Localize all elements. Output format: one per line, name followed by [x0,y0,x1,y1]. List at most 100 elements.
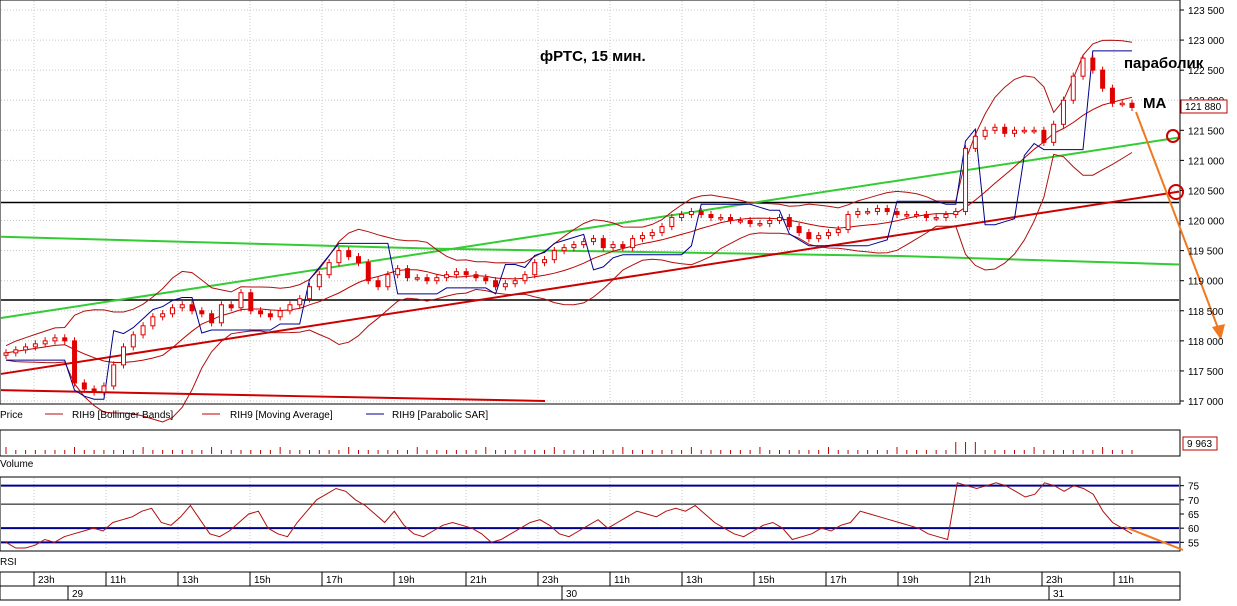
price-tick-label: 117 000 [1188,397,1224,408]
volume-value-label: 9 963 [1187,439,1212,450]
candle-body [473,274,479,279]
hour-label: 17h [326,575,343,586]
candle-body [414,277,420,280]
candle-body [737,220,743,223]
hour-label: 13h [686,575,703,586]
candle-body [1080,57,1086,77]
candle-body [189,304,195,312]
candle-body [72,340,78,384]
candle-body [307,286,313,300]
candle-body [620,244,626,249]
candle-body [590,238,596,243]
candle-body [992,126,998,131]
candle-body [493,280,499,288]
candle-body [81,382,87,390]
candle-body [3,352,9,356]
chart-title: фРТС, 15 мин. [540,48,646,65]
candle-body [796,226,802,234]
candle-body [522,274,528,282]
candle-body [1100,69,1106,89]
hour-label: 19h [902,575,919,586]
candle-body [933,217,939,220]
candle-body [277,310,283,318]
candle-body [757,223,763,226]
candle-body [258,310,264,315]
candle-body [179,304,185,309]
candle-body [62,337,68,342]
candle-body [1051,123,1057,143]
candle-body [130,334,136,348]
candle-body [542,259,548,264]
candle-body [228,304,234,309]
hour-axis-frame [0,571,1181,587]
candle-body [855,211,861,216]
candle-body [659,226,665,234]
candle-body [209,313,215,324]
candle-body [806,232,812,240]
candle-body [238,292,244,309]
rsi-tick-label: 70 [1188,496,1200,507]
candle-body [1021,129,1027,133]
candle-body [512,280,518,285]
hour-label: 11h [614,575,630,586]
hour-label: 11h [1118,575,1134,586]
legend-sar: RIH9 [Parabolic SAR] [392,410,488,421]
candle-body [150,316,156,327]
rsi-tick-label: 60 [1188,524,1200,535]
volume-label: Volume [0,459,34,470]
candle-body [600,238,606,249]
candle-body [835,229,841,234]
day-label: 29 [72,589,84,600]
candle-body [972,135,978,149]
candle-body [630,238,636,249]
candle-body [581,241,587,246]
candle-body [248,292,254,312]
annotation-parabolic: параболик [1124,55,1204,72]
candle-body [297,298,303,306]
hour-label: 23h [1046,575,1063,586]
candle-body [1012,129,1018,134]
candle-body [953,211,959,216]
chart-root: 123 500123 000122 500122 000121 500121 0… [0,0,1228,601]
candle-body [101,385,107,393]
candle-body [571,244,577,249]
price-panel: 123 500123 000122 500122 000121 500121 0… [0,0,1228,423]
candle-body [669,217,675,228]
candle-body [336,250,342,264]
candle-body [688,211,694,216]
candle-body [982,129,988,137]
price-tick-label: 121 500 [1188,126,1225,137]
candle-body [1070,75,1076,101]
candle-body [816,235,822,240]
candle-body [13,349,19,354]
candle-body [884,208,890,213]
candle-body [483,277,489,282]
candle-body [1129,102,1135,108]
candle-body [404,268,410,279]
hour-label: 17h [830,575,847,586]
candle-body [502,283,508,288]
volume-panel-frame [0,429,1181,457]
candle-body [1060,99,1066,125]
candle-body [718,217,724,220]
candle-body [551,250,557,261]
candle-body [316,274,322,288]
candle-body [963,147,969,213]
rsi-label: RSI [0,557,17,568]
candle-body [943,214,949,219]
price-tick-label: 120 500 [1188,186,1225,197]
rsi-tick-label: 55 [1188,538,1200,549]
candle-body [1109,87,1115,104]
day-label: 30 [566,589,578,600]
day-label: 31 [1053,589,1065,600]
rsi-tick-label: 75 [1188,482,1200,493]
rsi-panel-frame [0,476,1181,552]
candle-body [287,304,293,312]
price-tick-label: 120 000 [1188,217,1225,228]
hour-label: 21h [470,575,487,586]
candle-body [698,211,704,216]
candle-body [23,346,29,351]
candle-body [267,313,273,318]
candle-body [639,235,645,240]
candle-body [747,220,753,225]
